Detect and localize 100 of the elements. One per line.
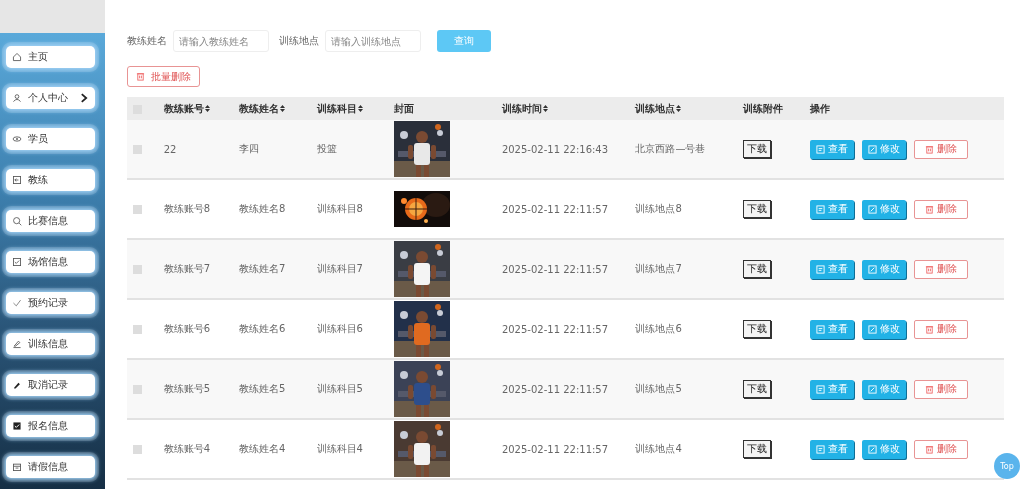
table-cell: 教练账号6	[163, 323, 210, 334]
table-cell: 投篮	[316, 143, 337, 154]
trash-icon	[925, 144, 934, 154]
column-header[interactable]: 训练时间	[501, 97, 636, 120]
download-button[interactable]: 下载	[743, 140, 772, 158]
download-button[interactable]: 下载	[743, 320, 772, 338]
table-cell: 教练姓名7	[239, 263, 286, 274]
sidebar-item[interactable]: 个人中心	[6, 87, 95, 109]
sidebar-item[interactable]: 场馆信息	[6, 251, 95, 273]
sort-icon[interactable]	[204, 105, 210, 112]
batch-delete-button[interactable]: 批量删除	[127, 66, 200, 87]
menu-icon	[12, 380, 22, 390]
sidebar-item[interactable]: 学员	[6, 128, 95, 150]
field-label: 教练姓名	[127, 34, 167, 48]
row-checkbox[interactable]	[133, 205, 142, 214]
download-button[interactable]: 下载	[743, 200, 772, 218]
menu-icon	[12, 462, 22, 472]
document-icon	[816, 324, 825, 334]
column-header[interactable]: 教练账号	[163, 97, 240, 120]
table-cell: 北京西路—号巷	[635, 143, 706, 154]
menu-icon	[12, 175, 22, 185]
sidebar-item[interactable]: 主页	[6, 46, 95, 68]
menu-icon	[12, 216, 22, 226]
table-cell: 训练科目5	[316, 383, 363, 394]
document-icon	[816, 384, 825, 394]
menu-icon	[12, 339, 22, 349]
trash-icon	[925, 324, 934, 334]
delete-button[interactable]: 删除	[914, 259, 968, 279]
document-icon	[816, 204, 825, 214]
row-checkbox[interactable]	[133, 445, 142, 454]
delete-button[interactable]: 删除	[914, 139, 968, 159]
row-checkbox[interactable]	[133, 325, 142, 334]
row-checkbox[interactable]	[133, 385, 142, 394]
column-header: 操作	[810, 97, 1004, 120]
document-icon	[816, 144, 825, 154]
sort-icon[interactable]	[676, 105, 682, 112]
document-icon	[868, 444, 877, 454]
column-header: 封面	[394, 97, 502, 120]
document-icon	[816, 264, 825, 274]
sort-icon[interactable]	[357, 105, 363, 112]
row-checkbox[interactable]	[133, 265, 142, 274]
sidebar-item[interactable]: 预约记录	[6, 292, 95, 314]
trash-icon	[136, 72, 145, 81]
trash-icon	[925, 204, 934, 214]
table-cell: 22	[163, 143, 177, 155]
table-cell: 训练地点6	[635, 323, 682, 334]
table-cell: 教练姓名8	[239, 203, 286, 214]
delete-button[interactable]: 删除	[914, 379, 968, 399]
menu-icon	[12, 298, 22, 308]
column-header[interactable]: 训练地点	[635, 97, 744, 120]
menu-icon	[12, 134, 22, 144]
table-cell: 训练科目6	[316, 323, 363, 334]
table-cell: 训练地点8	[635, 203, 682, 214]
sidebar-item[interactable]: 比赛信息	[6, 210, 95, 232]
table-cell: 教练姓名6	[239, 323, 286, 334]
sidebar-item[interactable]: 报名信息	[6, 415, 95, 437]
sidebar-item[interactable]: 请假信息	[6, 456, 95, 478]
sidebar-item[interactable]: 训练信息	[6, 333, 95, 355]
table-cell: 教练账号5	[163, 383, 210, 394]
sort-icon[interactable]	[280, 105, 286, 112]
table-cell: 教练账号4	[163, 443, 210, 454]
sort-icon[interactable]	[542, 105, 548, 112]
table-cell: 2025-02-11 22:16:43	[501, 143, 609, 155]
download-button[interactable]: 下载	[743, 440, 772, 458]
trash-icon	[925, 384, 934, 394]
field-label: 训练地点	[279, 34, 319, 48]
sidebar-item[interactable]: 教练	[6, 169, 95, 191]
search-field[interactable]: 请输入教练姓名	[173, 30, 269, 52]
table-cell: 李四	[239, 143, 260, 154]
sidebar-item[interactable]: 取消记录	[6, 374, 95, 396]
table-cell: 训练地点5	[635, 383, 682, 394]
trash-icon	[925, 444, 934, 454]
document-icon	[868, 144, 877, 154]
table-cell: 训练地点4	[635, 443, 682, 454]
search-field[interactable]: 请输入训练地点	[325, 30, 421, 52]
table-cell: 训练科目7	[316, 263, 363, 274]
delete-button[interactable]: 删除	[914, 319, 968, 339]
chevron-icon	[79, 93, 89, 103]
row-checkbox[interactable]	[133, 145, 142, 154]
delete-button[interactable]: 删除	[914, 199, 968, 219]
delete-button[interactable]: 删除	[914, 439, 968, 459]
table-cell: 训练科目8	[316, 203, 363, 214]
table-cell: 训练地点7	[635, 263, 682, 274]
menu-icon	[12, 52, 22, 62]
table-cell: 教练账号7	[163, 263, 210, 274]
table-cell: 2025-02-11 22:11:57	[501, 383, 609, 395]
download-button[interactable]: 下载	[743, 260, 772, 278]
table-cell: 教练姓名4	[239, 443, 286, 454]
table-cell: 2025-02-11 22:11:57	[501, 323, 609, 335]
column-header[interactable]: 教练姓名	[239, 97, 317, 120]
table-cell: 教练姓名5	[239, 383, 286, 394]
document-icon	[868, 204, 877, 214]
document-icon	[868, 324, 877, 334]
menu-icon	[12, 93, 22, 103]
column-header: 训练附件	[743, 97, 810, 120]
table-cell: 教练账号8	[163, 203, 210, 214]
trash-icon	[925, 264, 934, 274]
column-header[interactable]: 训练科目	[316, 97, 395, 120]
document-icon	[816, 444, 825, 454]
download-button[interactable]: 下载	[743, 380, 772, 398]
